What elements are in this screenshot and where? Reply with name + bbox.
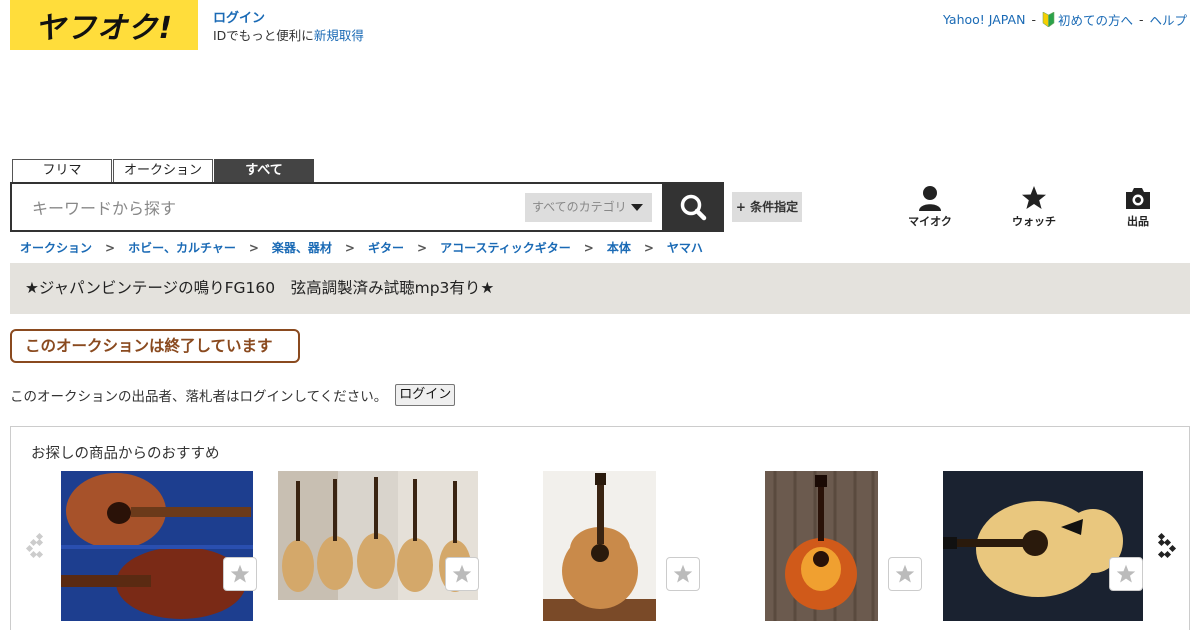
breadcrumb-sep: > xyxy=(248,240,259,255)
condition-button[interactable]: + 条件指定 xyxy=(732,192,802,222)
recommend-section: お探しの商品からのおすすめ xyxy=(10,426,1190,630)
breadcrumb-guitar[interactable]: ギター xyxy=(368,239,404,256)
sunburst-guitar-photo xyxy=(765,471,878,621)
star-icon xyxy=(1116,564,1136,583)
recommend-title: お探しの商品からのおすすめ xyxy=(31,446,220,462)
breadcrumb-sep: > xyxy=(583,240,594,255)
logo-text: ヤフオク! xyxy=(34,11,174,46)
top-links: Yahoo! JAPAN - 初めての方へ - ヘルプ xyxy=(943,10,1187,29)
tab-all[interactable]: すべて xyxy=(214,159,314,182)
beginner-link[interactable]: 初めての方へ xyxy=(1042,10,1133,29)
my-auction-label: マイオク xyxy=(908,215,952,228)
login-notice-text: このオークションの出品者、落札者はログインしてください。 xyxy=(10,389,388,405)
beginner-mark-icon xyxy=(1042,12,1055,27)
recommend-item-image[interactable] xyxy=(543,471,656,621)
prev-arrow-icon[interactable] xyxy=(25,531,47,561)
breadcrumb-instruments[interactable]: 楽器、器材 xyxy=(272,239,332,256)
notice-login-button[interactable]: ログイン xyxy=(395,384,456,406)
breadcrumb: オークション > ホビー、カルチャー > 楽器、器材 > ギター > アコーステ… xyxy=(20,239,703,256)
breadcrumb-sep: > xyxy=(344,240,355,255)
breadcrumb-yamaha[interactable]: ヤマハ xyxy=(667,239,703,256)
star-icon xyxy=(895,564,915,583)
watch-star-button[interactable] xyxy=(888,557,922,591)
sell-link[interactable]: 出品 xyxy=(1108,185,1168,229)
breadcrumb-sep: > xyxy=(417,240,428,255)
breadcrumb-sep: > xyxy=(105,240,116,255)
natural-guitar-photo xyxy=(943,471,1143,621)
star-icon xyxy=(1022,186,1046,209)
search-input[interactable] xyxy=(32,196,512,220)
watch-star-button[interactable] xyxy=(445,557,479,591)
category-select-label: すべてのカテゴリ xyxy=(532,200,627,214)
watch-star-button[interactable] xyxy=(1109,557,1143,591)
auction-ended-badge: このオークションは終了しています xyxy=(10,329,300,363)
yahoo-japan-link[interactable]: Yahoo! JAPAN xyxy=(943,12,1025,27)
my-auction-link[interactable]: マイオク xyxy=(900,185,960,229)
item-title-bar: ★ジャパンビンテージの鳴りFG160 弦高調製済み試聴mp3有り★ xyxy=(10,263,1190,314)
watch-label: ウォッチ xyxy=(1012,215,1056,228)
user-icon xyxy=(919,186,941,211)
login-desc: IDでもっと便利に xyxy=(213,28,314,43)
recommend-item-image[interactable] xyxy=(61,471,253,621)
watch-star-button[interactable] xyxy=(666,557,700,591)
sell-label: 出品 xyxy=(1127,215,1149,228)
recommend-item-image[interactable] xyxy=(765,471,878,621)
watch-star-button[interactable] xyxy=(223,557,257,591)
tab-flea-market[interactable]: フリマ xyxy=(12,159,112,182)
breadcrumb-sep: > xyxy=(643,240,654,255)
search-tabs: フリマ オークション すべて xyxy=(12,159,314,182)
search-box: すべてのカテゴリ xyxy=(10,182,664,232)
top-sep: - xyxy=(1031,12,1036,27)
star-icon xyxy=(452,564,472,583)
star-icon xyxy=(230,564,250,583)
login-notice: このオークションの出品者、落札者はログインしてください。 ログイン xyxy=(10,384,456,406)
breadcrumb-body[interactable]: 本体 xyxy=(607,239,631,256)
tab-auction[interactable]: オークション xyxy=(113,159,213,182)
beginner-label: 初めての方へ xyxy=(1057,13,1133,28)
acoustic-guitar-photo xyxy=(543,471,656,621)
search-icon xyxy=(680,194,707,221)
yahoo-auction-logo[interactable]: ヤフオク! xyxy=(10,0,198,50)
star-icon xyxy=(673,564,693,583)
chevron-down-icon xyxy=(631,204,643,211)
breadcrumb-hobby[interactable]: ホビー、カルチャー xyxy=(128,239,236,256)
recommend-item-image[interactable] xyxy=(943,471,1143,621)
help-link[interactable]: ヘルプ xyxy=(1149,10,1187,29)
next-arrow-icon[interactable] xyxy=(1155,531,1177,561)
item-title: ★ジャパンビンテージの鳴りFG160 弦高調製済み試聴mp3有り★ xyxy=(25,279,495,297)
guitar-case-photo xyxy=(61,471,253,621)
camera-icon xyxy=(1126,188,1150,209)
watch-list-link[interactable]: ウォッチ xyxy=(1004,185,1064,229)
breadcrumb-acoustic[interactable]: アコースティックギター xyxy=(440,239,571,256)
category-select[interactable]: すべてのカテゴリ xyxy=(525,193,652,222)
top-sep: - xyxy=(1138,12,1144,27)
signup-link[interactable]: 新規取得 xyxy=(314,28,364,43)
search-button[interactable] xyxy=(662,182,724,232)
login-block: ログイン IDでもっと便利に新規取得 xyxy=(213,10,364,44)
login-link[interactable]: ログイン xyxy=(213,11,265,26)
breadcrumb-auction[interactable]: オークション xyxy=(20,239,92,256)
